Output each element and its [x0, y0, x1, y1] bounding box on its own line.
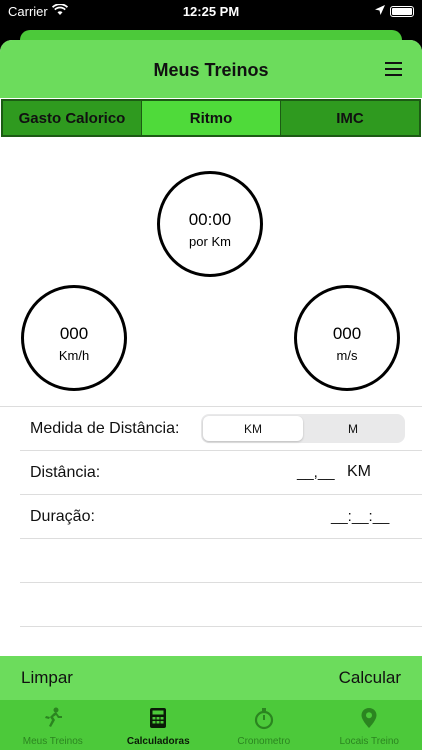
tabbar-item-locais-treino[interactable]: Locais Treino: [317, 700, 422, 750]
tabbar-item-meus-treinos[interactable]: Meus Treinos: [0, 700, 106, 750]
duration-input[interactable]: __:__:__: [331, 508, 389, 525]
calculate-button[interactable]: Calcular: [339, 668, 401, 688]
speed-kmh-display: 000 Km/h: [21, 285, 127, 391]
unit-option-km[interactable]: KM: [203, 416, 303, 441]
speed-ms-display: 000 m/s: [294, 285, 400, 391]
location-arrow-icon: [375, 5, 385, 15]
duration-label: Duração:: [30, 508, 95, 525]
duration-row[interactable]: Duração: __:__:__: [20, 495, 422, 539]
distance-label: Distância:: [30, 464, 101, 481]
page-title: Meus Treinos: [153, 60, 269, 80]
unit-option-m[interactable]: M: [303, 416, 403, 441]
runner-icon: [44, 707, 62, 727]
distance-measure-label: Medida de Distância:: [30, 420, 180, 437]
empty-row: [20, 539, 422, 583]
distance-row[interactable]: Distância: __,__ KM: [20, 451, 422, 495]
tabbar-item-calculadoras[interactable]: Calculadoras: [106, 700, 212, 750]
clear-button[interactable]: Limpar: [21, 668, 73, 688]
speed-kmh-unit: Km/h: [58, 348, 90, 363]
tabbar-label: Locais Treino: [339, 736, 399, 747]
pace-display: 00:00 por Km: [157, 171, 263, 277]
tab-bar: Meus Treinos Calculadoras Cronometro Loc…: [0, 700, 422, 750]
calculator-icon: [150, 708, 167, 728]
speed-kmh-value: 000: [59, 324, 89, 343]
status-bar: Carrier 12:25 PM: [0, 0, 422, 24]
distance-unit-segmented-control: KM M: [201, 414, 405, 443]
pace-unit: por Km: [189, 234, 231, 249]
location-pin-icon: [361, 708, 377, 728]
pace-value: 00:00: [188, 210, 232, 229]
main-card: Meus Treinos Gasto Calorico Ritmo IMC 00…: [0, 40, 422, 750]
distance-measure-row: Medida de Distância: KM M: [20, 407, 422, 451]
tabbar-label: Cronometro: [237, 736, 291, 747]
clock: 12:25 PM: [182, 4, 240, 19]
tabbar-label: Meus Treinos: [22, 736, 83, 747]
stopwatch-icon: [254, 708, 273, 730]
tab-gasto-calorico[interactable]: Gasto Calorico: [3, 101, 142, 135]
battery-icon: [390, 6, 414, 17]
speed-ms-unit: m/s: [336, 348, 358, 363]
tab-ritmo[interactable]: Ritmo: [142, 101, 281, 135]
speed-ms-value: 000: [332, 324, 362, 343]
distance-input[interactable]: __,__: [297, 464, 335, 481]
empty-row: [20, 583, 422, 627]
tabbar-item-cronometro[interactable]: Cronometro: [211, 700, 317, 750]
tabbar-label: Calculadoras: [126, 736, 190, 747]
distance-unit-label: KM: [347, 463, 371, 480]
calculator-segmented-control: Gasto Calorico Ritmo IMC: [1, 99, 421, 137]
tab-imc[interactable]: IMC: [281, 101, 419, 135]
action-bar: Limpar Calcular: [0, 656, 422, 700]
hamburger-menu-icon[interactable]: [385, 62, 402, 76]
navigation-bar: Meus Treinos: [0, 40, 422, 98]
